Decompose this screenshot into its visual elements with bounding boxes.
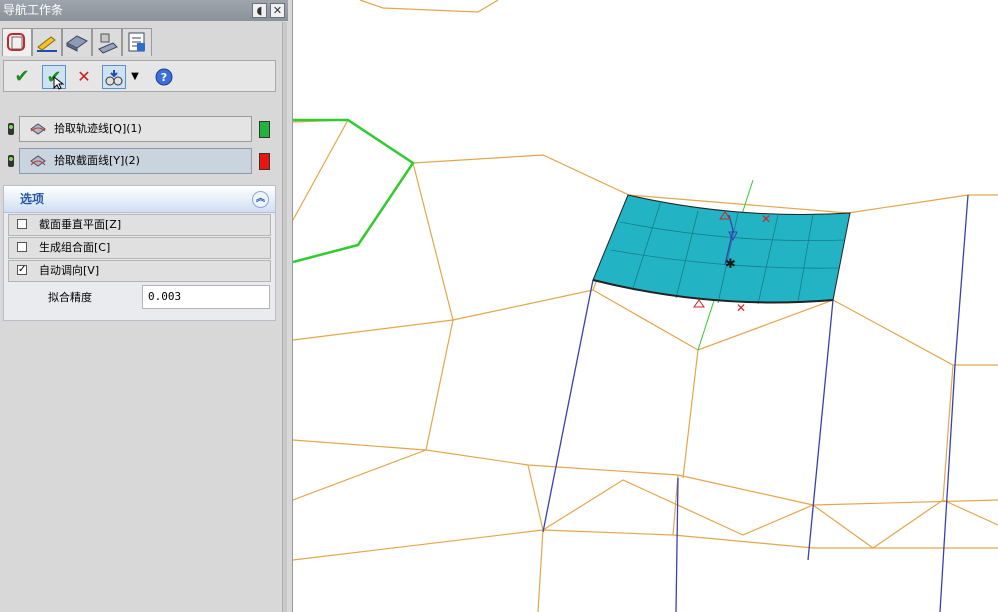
option-label: 截面垂直平面[Z] <box>39 218 122 231</box>
option-section-perpendicular[interactable]: 截面垂直平面[Z] <box>8 214 271 236</box>
mouse-cursor-icon <box>53 76 65 90</box>
center-marker-icon: ✱ <box>725 257 736 272</box>
tab-surface[interactable] <box>62 28 92 56</box>
option-label: 生成组合面[C] <box>39 241 111 254</box>
options-title: 选项 <box>20 192 45 206</box>
status-light-icon <box>8 123 14 135</box>
checkmark-icon: ✔ <box>14 66 30 87</box>
dropdown-arrow-icon: ▼ <box>131 71 139 82</box>
fit-precision-label: 拟合精度 <box>48 291 92 304</box>
curve-pick-icon <box>30 155 46 167</box>
collapse-chevron-icon[interactable]: ︽ <box>252 191 269 208</box>
status-light-icon <box>8 155 14 167</box>
apply-button[interactable]: ✔ <box>42 65 66 90</box>
cancel-x-icon: ✕ <box>77 67 91 86</box>
sketch-edit-icon <box>37 36 57 52</box>
fit-precision-row: 拟合精度 0.003 <box>8 285 271 309</box>
3d-viewport[interactable]: ✱ ✕ ✕ <box>293 0 998 612</box>
swept-surface: ✱ ✕ ✕ <box>592 194 851 315</box>
properties-icon <box>128 32 145 52</box>
pick-trajectory-count: (1) <box>126 122 142 135</box>
orange-wireframe <box>293 0 998 612</box>
panel-title: 导航工作条 <box>3 3 64 17</box>
pick-section-label: 拾取截面线[Y] <box>54 154 125 167</box>
feature-tree-icon <box>7 33 25 51</box>
section-color-swatch <box>259 153 270 170</box>
tab-sketch-edit[interactable] <box>32 28 62 56</box>
option-label: 自动调向[V] <box>39 264 100 277</box>
help-button[interactable]: ? <box>152 65 176 89</box>
tab-weld[interactable] <box>92 28 122 56</box>
close-icon[interactable]: ✕ <box>270 3 285 18</box>
surface-icon <box>66 35 88 52</box>
pick-section-button[interactable]: 拾取截面线[Y](2) <box>19 148 252 174</box>
fit-precision-input[interactable]: 0.003 <box>142 285 270 309</box>
tab-properties[interactable] <box>122 28 152 56</box>
svg-text:?: ? <box>161 71 167 84</box>
checkbox[interactable]: ✓ <box>17 265 27 275</box>
curve-pick-icon <box>30 123 46 135</box>
ok-button[interactable]: ✔ <box>10 65 34 89</box>
checkbox[interactable] <box>17 219 27 229</box>
endpoint-marker-icon: ✕ <box>761 212 771 226</box>
pick-trajectory-row: 拾取轨迹线[Q](1) <box>3 116 276 142</box>
command-toolbar: ✔ ✔ ✕ ▼ ? <box>3 60 276 92</box>
pick-trajectory-label: 拾取轨迹线[Q] <box>54 122 127 135</box>
option-combined-surface[interactable]: 生成组合面[C] <box>8 237 271 259</box>
preview-glasses-icon <box>105 70 123 86</box>
panel-titlebar[interactable]: 导航工作条 ◖ ✕ <box>0 0 288 21</box>
checkbox[interactable] <box>17 242 27 252</box>
navigation-panel: 导航工作条 ◖ ✕ ✔ ✕ ▼ ? 拾取轨迹线[Q](1) 拾取截面线[Y](2… <box>0 0 293 612</box>
panel-splitter[interactable] <box>282 22 287 612</box>
endpoint-marker-icon: ✕ <box>736 301 746 315</box>
help-icon: ? <box>155 68 173 86</box>
options-group: 选项 ︽ 截面垂直平面[Z] 生成组合面[C] ✓ 自动调向[V] 拟合精度 0… <box>3 185 276 321</box>
pick-section-row: 拾取截面线[Y](2) <box>3 148 276 174</box>
cancel-button[interactable]: ✕ <box>72 65 96 89</box>
options-header[interactable]: 选项 ︽ <box>4 186 275 213</box>
option-auto-orient[interactable]: ✓ 自动调向[V] <box>8 260 271 282</box>
pick-section-count: (2) <box>124 154 140 167</box>
tab-feature-tree[interactable] <box>2 28 32 56</box>
pin-icon[interactable]: ◖ <box>252 3 267 18</box>
preview-button[interactable] <box>102 65 126 89</box>
trajectory-color-swatch <box>259 121 270 138</box>
weld-icon <box>98 33 118 54</box>
pick-trajectory-button[interactable]: 拾取轨迹线[Q](1) <box>19 116 252 142</box>
direction-arrow-icon <box>693 299 705 308</box>
preview-dropdown[interactable]: ▼ <box>128 65 142 89</box>
